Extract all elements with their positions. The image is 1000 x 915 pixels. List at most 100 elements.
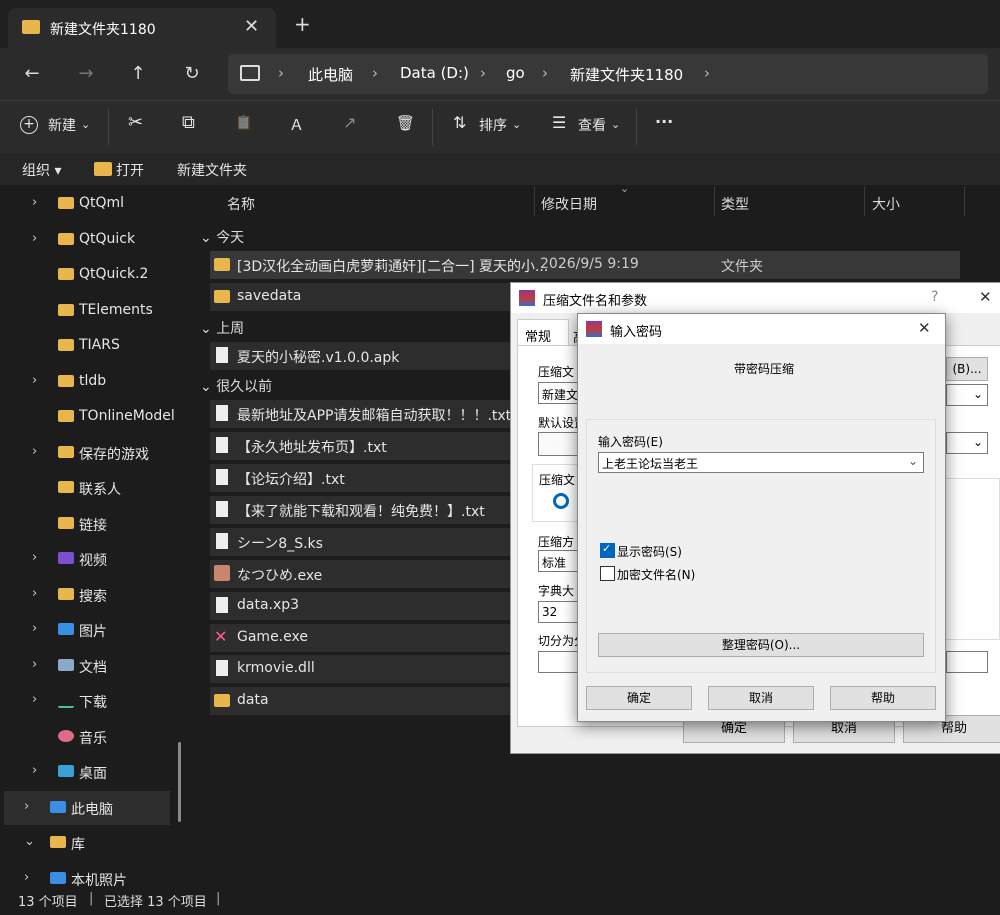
breadcrumb-folder[interactable]: 新建文件夹1180: [570, 64, 683, 85]
new-button[interactable]: 新建: [48, 115, 76, 135]
sidebar-item[interactable]: QtQuick.2: [0, 258, 190, 292]
new-tab-icon[interactable]: +: [294, 12, 311, 36]
split-unit-select[interactable]: [946, 651, 988, 673]
folder-icon: [58, 516, 74, 529]
sidebar-item[interactable]: TOnlineModel: [0, 400, 190, 434]
sidebar-item[interactable]: TElements: [0, 294, 190, 328]
sidebar-scrollbar[interactable]: [178, 742, 181, 822]
sidebar-item[interactable]: › 桌面: [0, 755, 190, 789]
group-header-longago[interactable]: ⌄ 很久以前: [200, 376, 272, 396]
sidebar-item[interactable]: › 图片: [0, 613, 190, 647]
forward-icon[interactable]: →: [72, 60, 100, 88]
chevron-right-icon[interactable]: ›: [32, 586, 37, 601]
delete-icon[interactable]: 🗑: [396, 114, 415, 132]
sidebar-item-label: TOnlineModel: [79, 408, 175, 424]
sidebar-item[interactable]: ⌄ 库: [0, 826, 190, 860]
column-divider[interactable]: [864, 186, 865, 216]
breadcrumb-drive[interactable]: Data (D:): [400, 64, 469, 82]
password-input[interactable]: 上老王论坛当老王 ⌄: [598, 452, 924, 473]
chevron-right-icon[interactable]: ›: [32, 692, 37, 707]
sort-button[interactable]: 排序: [479, 115, 507, 135]
column-date[interactable]: 修改日期: [541, 194, 597, 214]
sidebar-item[interactable]: › 搜索: [0, 578, 190, 612]
sidebar-item[interactable]: › QtQuick: [0, 223, 190, 257]
method-label: 压缩方: [538, 535, 575, 549]
sidebar-item[interactable]: › 视频: [0, 542, 190, 576]
close-tab-icon[interactable]: ✕: [244, 16, 259, 37]
organize-passwords-button[interactable]: 整理密码(O)...: [598, 633, 924, 657]
sidebar-item[interactable]: › 此电脑: [4, 790, 170, 825]
file-name: 夏天的小秘密.v1.0.0.apk: [237, 350, 400, 366]
chevron-down-icon[interactable]: ⌄: [908, 454, 918, 468]
chevron-right-icon[interactable]: ›: [32, 444, 37, 459]
chevron-right-icon[interactable]: ›: [24, 870, 29, 885]
address-bar[interactable]: › 此电脑 › Data (D:) › go › 新建文件夹1180 ›: [228, 54, 988, 94]
help-button[interactable]: 帮助: [830, 686, 936, 710]
cut-icon[interactable]: ✂: [128, 112, 143, 133]
show-password-checkbox[interactable]: ✓: [600, 542, 615, 558]
update-mode-select[interactable]: ⌄: [946, 384, 988, 406]
sidebar-item[interactable]: › 保存的游戏: [0, 436, 190, 470]
tab-current[interactable]: 新建文件夹1180 ✕: [8, 8, 276, 48]
chevron-right-icon[interactable]: ›: [704, 64, 710, 82]
cancel-button[interactable]: 取消: [708, 686, 814, 710]
sidebar-item-label: 音乐: [79, 730, 107, 747]
open-button[interactable]: 打开: [116, 160, 144, 180]
sidebar-item-label: 链接: [79, 517, 107, 534]
close-icon[interactable]: ✕: [979, 288, 992, 306]
group-header-lastweek[interactable]: ⌄ 上周: [200, 318, 244, 338]
tab-general[interactable]: 常规: [517, 319, 569, 346]
sidebar-item[interactable]: › tldb: [0, 365, 190, 399]
column-name[interactable]: 名称: [227, 194, 255, 214]
ok-button[interactable]: 确定: [586, 686, 692, 710]
chevron-right-icon[interactable]: ›: [32, 657, 37, 672]
sidebar-item[interactable]: › 下载: [0, 684, 190, 718]
help-icon[interactable]: ?: [931, 289, 938, 305]
share-icon[interactable]: ↗: [343, 113, 356, 132]
breadcrumb-this-pc[interactable]: 此电脑: [308, 64, 353, 85]
chevron-right-icon[interactable]: ›: [32, 195, 37, 210]
chevron-right-icon[interactable]: ›: [32, 763, 37, 778]
sidebar-item[interactable]: 联系人: [0, 471, 190, 505]
chevron-right-icon[interactable]: ›: [32, 373, 37, 388]
text-file-icon: [216, 437, 228, 453]
options-select[interactable]: ⌄: [946, 432, 988, 454]
sidebar-item[interactable]: 音乐: [0, 720, 190, 754]
breadcrumb-go[interactable]: go: [506, 64, 525, 82]
up-icon[interactable]: ↑: [124, 60, 152, 88]
sidebar-item[interactable]: › QtQml: [0, 187, 190, 221]
copy-icon[interactable]: ⧉: [182, 112, 195, 133]
close-icon[interactable]: ✕: [918, 319, 931, 337]
new-folder-button[interactable]: 新建文件夹: [177, 160, 247, 180]
column-size[interactable]: 大小: [872, 194, 900, 214]
pictures-icon: [58, 623, 74, 635]
column-type[interactable]: 类型: [721, 194, 749, 214]
file-row[interactable]: [3D汉化全动画白虎萝莉通奸][二合一] 夏天的小... 2026/9/5 9:1…: [210, 251, 960, 279]
column-divider[interactable]: [964, 186, 965, 216]
encrypt-names-label[interactable]: 加密文件名(N): [617, 566, 695, 583]
sidebar-item[interactable]: › 文档: [0, 649, 190, 683]
more-options-icon[interactable]: ···: [655, 112, 673, 131]
chevron-down-icon[interactable]: ⌄: [24, 834, 35, 849]
show-password-label[interactable]: 显示密码(S): [617, 543, 682, 560]
sidebar-item[interactable]: 链接: [0, 507, 190, 541]
chevron-right-icon[interactable]: ›: [32, 550, 37, 565]
chevron-right-icon[interactable]: ›: [32, 621, 37, 636]
browse-button[interactable]: (B)...: [946, 357, 988, 381]
view-button[interactable]: 查看: [578, 115, 606, 135]
download-icon: [58, 694, 74, 708]
sidebar-item[interactable]: TIARS: [0, 329, 190, 363]
paste-icon[interactable]: 📋: [235, 115, 252, 131]
rename-icon[interactable]: Ａ: [289, 114, 304, 135]
chevron-right-icon[interactable]: ›: [24, 799, 29, 814]
chevron-right-icon[interactable]: ›: [32, 231, 37, 246]
back-icon[interactable]: ←: [18, 60, 46, 88]
column-divider[interactable]: [714, 186, 715, 216]
rar-radio[interactable]: [553, 493, 569, 509]
folder-icon: [50, 836, 66, 848]
refresh-icon[interactable]: ↻: [178, 60, 206, 88]
organize-menu[interactable]: 组织 ▾: [22, 160, 61, 180]
encrypt-names-checkbox[interactable]: [600, 566, 615, 581]
group-header-today[interactable]: ⌄ 今天: [200, 227, 244, 247]
column-divider[interactable]: [534, 186, 535, 216]
